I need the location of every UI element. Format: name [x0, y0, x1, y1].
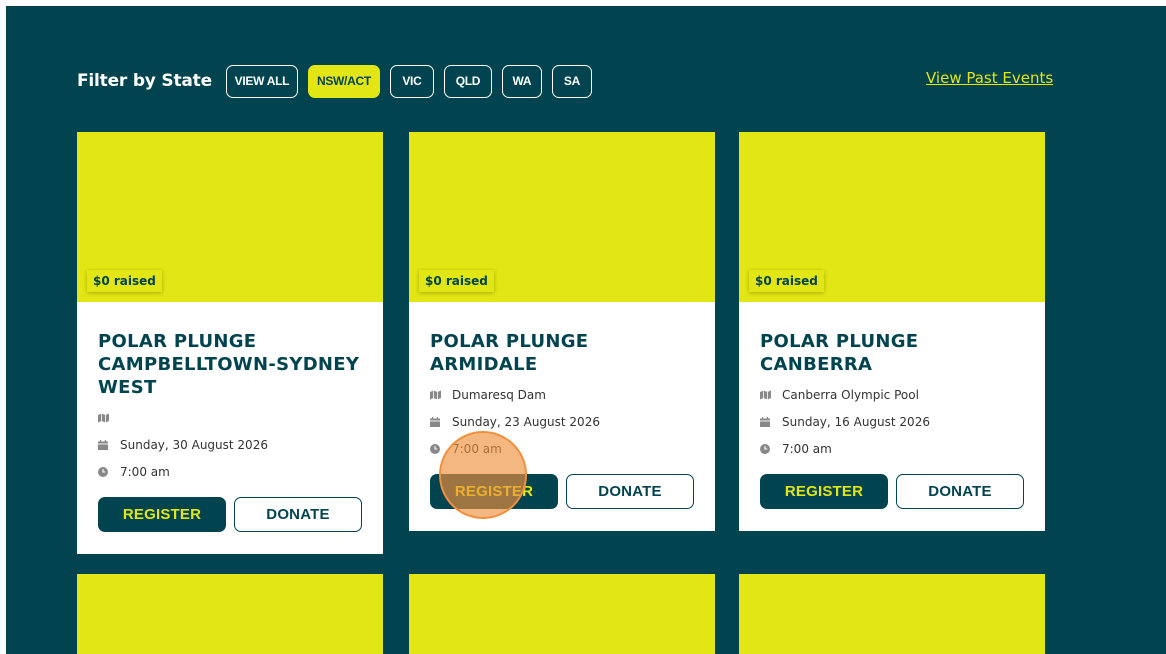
register-button[interactable]: REGISTER	[98, 497, 226, 532]
event-date: Sunday, 16 August 2026	[760, 413, 1025, 430]
event-date-text: Sunday, 30 August 2026	[120, 437, 268, 452]
event-location-text: Dumaresq Dam	[452, 387, 546, 402]
donate-button[interactable]: DONATE	[566, 474, 694, 509]
event-title: POLAR PLUNGE CANBERRA	[760, 331, 919, 375]
event-date: Sunday, 23 August 2026	[430, 413, 695, 430]
filter-sa-button[interactable]: SA	[551, 64, 592, 98]
map-icon	[430, 390, 446, 400]
event-title: POLAR PLUNGE ARMIDALE	[430, 331, 589, 375]
filter-view-all-button[interactable]: VIEW ALL	[225, 64, 298, 98]
clock-icon	[430, 443, 446, 454]
event-location: Dumaresq Dam	[430, 386, 695, 403]
register-button[interactable]: REGISTER	[760, 474, 888, 509]
view-past-events-link[interactable]: View Past Events	[926, 69, 1053, 87]
event-card: $0 raised POLAR PLUNGE CANBERRA Canberra…	[739, 132, 1045, 531]
event-location	[98, 409, 363, 426]
event-time: 7:00 am	[760, 440, 1025, 457]
event-date-text: Sunday, 23 August 2026	[452, 414, 600, 429]
event-card-image-partial	[739, 574, 1045, 654]
filter-qld-button[interactable]: QLD	[443, 64, 492, 98]
raised-badge: $0 raised	[419, 270, 494, 292]
calendar-icon	[98, 439, 114, 450]
event-card: $0 raised POLAR PLUNGE CAMPBELLTOWN-SYDN…	[77, 132, 383, 554]
map-icon	[98, 413, 114, 423]
state-filter: Filter by State VIEW ALL NSW/ACT VIC QLD…	[77, 63, 602, 99]
event-location: Canberra Olympic Pool	[760, 386, 1025, 403]
event-time-text: 7:00 am	[782, 441, 832, 456]
raised-badge: $0 raised	[749, 270, 824, 292]
map-icon	[760, 390, 776, 400]
raised-badge: $0 raised	[87, 270, 162, 292]
filter-label: Filter by State	[77, 71, 212, 91]
event-title: POLAR PLUNGE CAMPBELLTOWN-SYDNEY WEST	[98, 331, 360, 398]
event-card-image-partial	[77, 574, 383, 654]
event-time-text: 7:00 am	[452, 441, 502, 456]
clock-icon	[98, 466, 114, 477]
event-time-text: 7:00 am	[120, 464, 170, 479]
calendar-icon	[760, 416, 776, 427]
donate-button[interactable]: DONATE	[896, 474, 1024, 509]
register-button[interactable]: REGISTER	[430, 474, 558, 509]
event-image: $0 raised	[77, 132, 383, 302]
event-date: Sunday, 30 August 2026	[98, 436, 363, 453]
calendar-icon	[430, 416, 446, 427]
event-time: 7:00 am	[430, 440, 695, 457]
filter-wa-button[interactable]: WA	[501, 64, 542, 98]
events-page: Filter by State VIEW ALL NSW/ACT VIC QLD…	[6, 6, 1166, 654]
filter-nsw-act-button[interactable]: NSW/ACT	[307, 64, 380, 98]
event-image: $0 raised	[409, 132, 715, 302]
event-location-text: Canberra Olympic Pool	[782, 387, 919, 402]
filter-vic-button[interactable]: VIC	[389, 64, 434, 98]
event-date-text: Sunday, 16 August 2026	[782, 414, 930, 429]
event-card: $0 raised POLAR PLUNGE ARMIDALE Dumaresq…	[409, 132, 715, 531]
event-time: 7:00 am	[98, 463, 363, 480]
event-image: $0 raised	[739, 132, 1045, 302]
donate-button[interactable]: DONATE	[234, 497, 362, 532]
event-card-image-partial	[409, 574, 715, 654]
clock-icon	[760, 443, 776, 454]
